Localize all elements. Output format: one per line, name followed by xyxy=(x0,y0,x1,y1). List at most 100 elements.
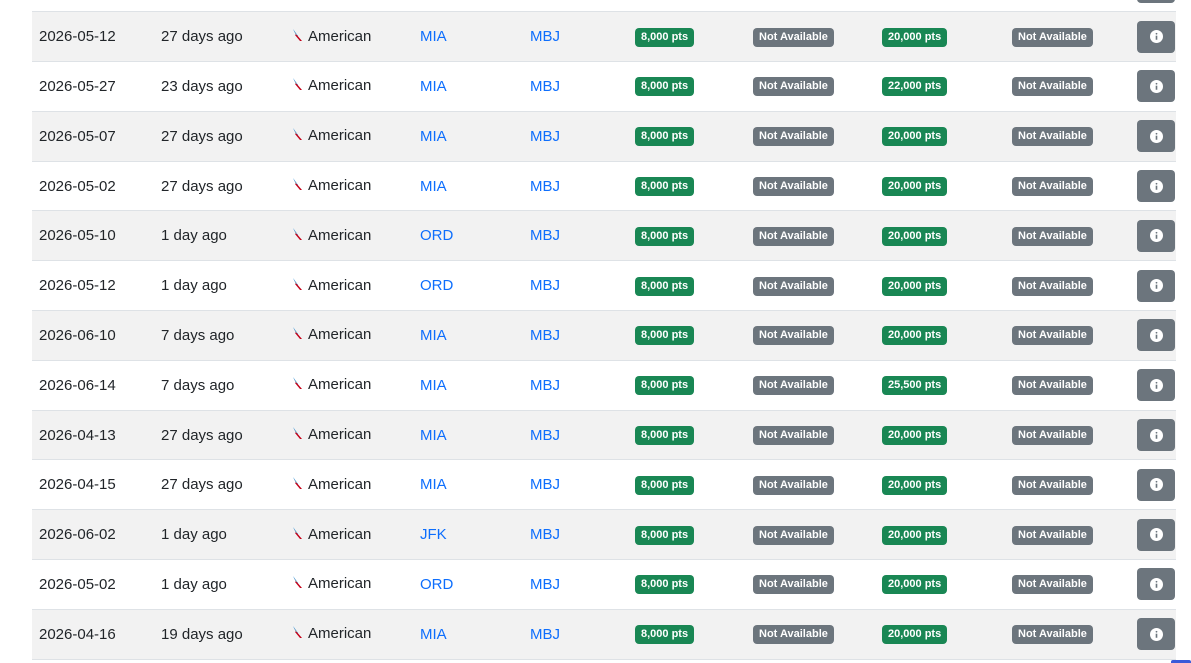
economy-points-badge[interactable]: 8,000 pts xyxy=(635,27,695,47)
economy-points-badge[interactable]: 8,000 pts xyxy=(635,226,695,246)
details-button[interactable] xyxy=(1137,70,1175,103)
origin-airport-link[interactable]: MIA xyxy=(420,128,447,145)
departure-date-cell: 2026-06-02 xyxy=(39,526,116,544)
details-button[interactable] xyxy=(1137,20,1175,53)
economy-points-badge[interactable]: 8,000 pts xyxy=(635,625,695,645)
premium-economy-badge: Not Available xyxy=(753,27,834,47)
program-cell: American xyxy=(282,12,410,62)
departure-date-cell: 2026-05-02 xyxy=(39,177,116,195)
details-button[interactable] xyxy=(1137,419,1175,452)
program-cell: American xyxy=(282,311,410,361)
business-points-badge[interactable]: 20,000 pts xyxy=(882,127,948,147)
destination-airport-link[interactable]: MBJ xyxy=(530,227,560,244)
business-points-badge[interactable]: 22,000 pts xyxy=(882,77,948,97)
origin-airport-link[interactable]: MIA xyxy=(420,377,447,394)
economy-points-badge[interactable]: 8,000 pts xyxy=(635,475,695,495)
details-button[interactable] xyxy=(1137,120,1175,153)
business-points-badge[interactable]: 20,000 pts xyxy=(882,525,948,545)
economy-points-badge[interactable]: 8,000 pts xyxy=(635,575,695,595)
origin-airport-link[interactable]: ORD xyxy=(420,277,453,294)
business-points-badge[interactable]: 20,000 pts xyxy=(882,226,948,246)
destination-airport-link[interactable]: MBJ xyxy=(530,576,560,593)
destination-airport-link[interactable]: MBJ xyxy=(530,178,560,195)
details-button[interactable] xyxy=(1137,269,1175,302)
business-points-badge[interactable]: 20,000 pts xyxy=(882,475,948,495)
details-button[interactable] xyxy=(1137,518,1175,551)
destination-airport-link[interactable]: MBJ xyxy=(530,78,560,95)
details-button[interactable] xyxy=(1137,319,1175,352)
first-class-cell: Not Available xyxy=(1002,560,1130,610)
origin-airport-link[interactable]: MIA xyxy=(420,327,447,344)
details-button[interactable] xyxy=(1137,369,1175,402)
business-points-badge[interactable]: 20,000 pts xyxy=(882,326,948,346)
details-button[interactable] xyxy=(1137,219,1175,252)
program-label: American xyxy=(308,575,372,593)
origin-airport-link[interactable]: MIA xyxy=(420,476,447,493)
info-circle-icon xyxy=(1149,129,1163,143)
business-points-badge[interactable]: 20,000 pts xyxy=(882,177,948,197)
premium-economy-cell: Not Available xyxy=(747,360,872,410)
economy-points-badge[interactable]: 8,000 pts xyxy=(635,326,695,346)
destination-airport-link[interactable]: MBJ xyxy=(530,427,560,444)
details-button[interactable] xyxy=(1137,468,1175,501)
program-cell: American xyxy=(282,410,410,460)
origin-airport-link[interactable]: MIA xyxy=(420,626,447,643)
destination-airport-link[interactable]: MBJ xyxy=(530,626,560,643)
table-row: 2026-05-02 27 days ago American MIA MBJ … xyxy=(32,161,1176,211)
info-circle-icon xyxy=(1149,378,1163,392)
destination-airport-link[interactable]: MBJ xyxy=(530,277,560,294)
program-cell: American xyxy=(282,609,410,659)
origin-airport-link[interactable]: MIA xyxy=(420,78,447,95)
origin-cell: MIA xyxy=(410,609,521,659)
business-points-badge[interactable]: 20,000 pts xyxy=(882,575,948,595)
details-cell xyxy=(1130,560,1176,610)
details-button[interactable] xyxy=(1137,0,1175,3)
details-button[interactable] xyxy=(1137,170,1175,203)
economy-points-badge[interactable]: 8,000 pts xyxy=(635,127,695,147)
destination-airport-link[interactable]: MBJ xyxy=(530,526,560,543)
destination-cell: MBJ xyxy=(521,410,626,460)
economy-points-badge[interactable]: 8,000 pts xyxy=(635,276,695,296)
origin-airport-link[interactable]: ORD xyxy=(420,576,453,593)
destination-airport-link[interactable]: MBJ xyxy=(530,476,560,493)
destination-cell: MBJ xyxy=(521,111,626,161)
destination-airport-link[interactable]: MBJ xyxy=(530,28,560,45)
premium-economy-badge: Not Available xyxy=(753,475,834,495)
results-table-container: 2026-05-12 27 days ago American MIA MBJ … xyxy=(32,0,1176,660)
economy-cell: 8,000 pts xyxy=(626,360,747,410)
american-airlines-logo-icon xyxy=(292,376,304,394)
first-class-badge: Not Available xyxy=(1012,625,1093,645)
economy-points-badge[interactable]: 8,000 pts xyxy=(635,376,695,396)
business-points-badge[interactable]: 20,000 pts xyxy=(882,625,948,645)
last-seen-cell: 19 days ago xyxy=(161,625,243,643)
first-class-cell: Not Available xyxy=(1002,410,1130,460)
details-button[interactable] xyxy=(1137,568,1175,601)
economy-cell: 8,000 pts xyxy=(626,460,747,510)
business-points-badge[interactable]: 20,000 pts xyxy=(882,276,948,296)
program-label: American xyxy=(308,276,372,294)
info-circle-icon xyxy=(1149,478,1163,492)
economy-points-badge[interactable]: 8,000 pts xyxy=(635,77,695,97)
business-points-badge[interactable]: 20,000 pts xyxy=(882,426,948,446)
departure-date-cell xyxy=(32,0,154,12)
business-points-badge[interactable]: 25,500 pts xyxy=(882,376,948,396)
destination-airport-link[interactable]: MBJ xyxy=(530,128,560,145)
origin-airport-link[interactable]: MIA xyxy=(420,427,447,444)
economy-points-badge[interactable]: 8,000 pts xyxy=(635,177,695,197)
first-class-badge: Not Available xyxy=(1012,27,1093,47)
destination-airport-link[interactable]: MBJ xyxy=(530,327,560,344)
economy-points-badge[interactable]: 8,000 pts xyxy=(635,525,695,545)
business-points-badge[interactable]: 20,000 pts xyxy=(882,27,948,47)
origin-cell: MIA xyxy=(410,360,521,410)
origin-airport-link[interactable]: JFK xyxy=(420,526,447,543)
destination-airport-link[interactable]: MBJ xyxy=(530,377,560,394)
table-row: 2026-05-10 1 day ago American ORD MBJ 8,… xyxy=(32,210,1176,261)
first-class-badge: Not Available xyxy=(1012,575,1093,595)
origin-airport-link[interactable]: ORD xyxy=(420,227,453,244)
origin-cell: MIA xyxy=(410,62,521,112)
origin-airport-link[interactable]: MIA xyxy=(420,28,447,45)
economy-points-badge[interactable]: 8,000 pts xyxy=(635,426,695,446)
details-button[interactable] xyxy=(1137,618,1175,651)
origin-airport-link[interactable]: MIA xyxy=(420,178,447,195)
american-airlines-logo-icon xyxy=(292,77,304,95)
